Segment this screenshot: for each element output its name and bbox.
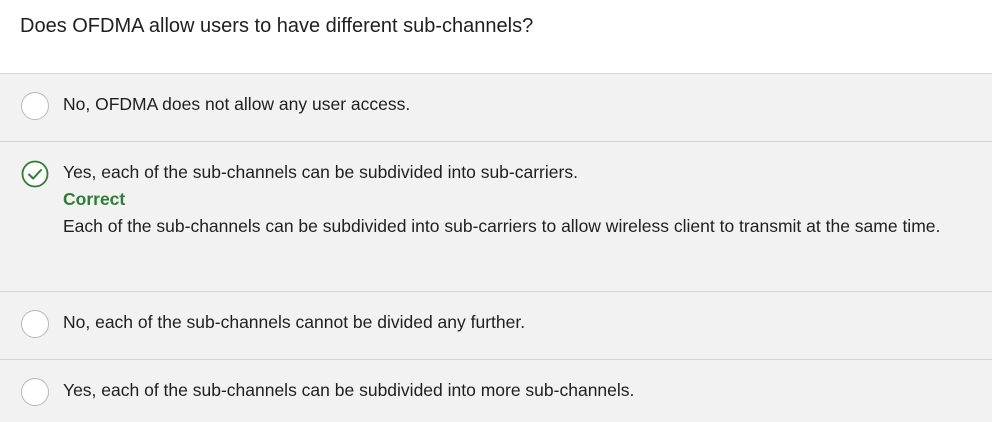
quiz-page: Does OFDMA allow users to have different… xyxy=(0,0,992,422)
question-header: Does OFDMA allow users to have different… xyxy=(0,0,992,73)
radio-button[interactable] xyxy=(21,378,49,406)
check-circle-icon[interactable] xyxy=(21,160,49,188)
answer-option-4[interactable]: Yes, each of the sub-channels can be sub… xyxy=(0,360,992,422)
answer-option-body: Yes, each of the sub-channels can be sub… xyxy=(63,159,992,240)
answer-option-label: No, each of the sub-channels cannot be d… xyxy=(63,312,526,332)
answer-option-body: No, each of the sub-channels cannot be d… xyxy=(63,309,992,336)
answer-option-label: Yes, each of the sub-channels can be sub… xyxy=(63,162,578,182)
answer-option-body: No, OFDMA does not allow any user access… xyxy=(63,91,992,118)
feedback-explanation: Each of the sub-channels can be subdivid… xyxy=(63,216,941,236)
radio-button[interactable] xyxy=(21,92,49,120)
answer-option-2[interactable]: Yes, each of the sub-channels can be sub… xyxy=(0,142,992,292)
answer-option-label: Yes, each of the sub-channels can be sub… xyxy=(63,380,635,400)
answer-option-label: No, OFDMA does not allow any user access… xyxy=(63,94,411,114)
answer-option-3[interactable]: No, each of the sub-channels cannot be d… xyxy=(0,292,992,360)
answer-option-body: Yes, each of the sub-channels can be sub… xyxy=(63,377,992,404)
feedback-status: Correct xyxy=(63,189,126,209)
question-text: Does OFDMA allow users to have different… xyxy=(20,15,534,37)
answer-options: No, OFDMA does not allow any user access… xyxy=(0,73,992,422)
radio-button[interactable] xyxy=(21,310,49,338)
answer-option-1[interactable]: No, OFDMA does not allow any user access… xyxy=(0,74,992,142)
